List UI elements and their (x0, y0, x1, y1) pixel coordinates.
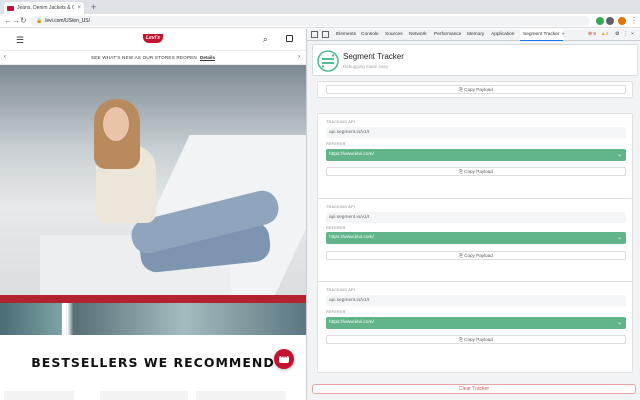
copy-payload-label: Copy Payload (464, 87, 493, 92)
address-bar[interactable]: 🔒 levi.com/US/en_US/ (30, 16, 590, 26)
device-toolbar-icon[interactable] (322, 31, 329, 38)
promo-text: SEE WHAT'S NEW AS OUR STORES REOPEN (90, 55, 197, 60)
shopping-bag-icon[interactable] (286, 35, 293, 42)
warning-count[interactable]: ▲4 (601, 29, 608, 41)
referer-label: REFERER (326, 142, 346, 146)
referer-select[interactable]: https://www.levi.com/ ⌄ (326, 149, 626, 161)
more-tabs-icon[interactable]: » (559, 29, 568, 41)
clear-tracker-button[interactable]: Clear Tracker (312, 384, 636, 394)
tracking-api-label: TRACKING API (326, 205, 355, 209)
tracking-api-field[interactable]: api.segment.io/v1/t (326, 295, 626, 306)
referer-select[interactable]: https://www.levi.com/ ⌄ (326, 317, 626, 329)
hero-image[interactable] (0, 65, 306, 303)
tab-console[interactable]: Console (358, 29, 382, 41)
profile-avatar[interactable] (618, 17, 626, 25)
browser-menu-icon[interactable]: ⋮ (630, 16, 638, 26)
hero-red-band (0, 295, 306, 303)
copy-payload-button[interactable]: ⎘ Copy Payload (326, 251, 626, 260)
levis-page: ☰ Levi's ⌕ ‹ SEE WHAT'S NEW AS OUR STORE… (0, 29, 306, 400)
tracker-title: Segment Tracker (343, 52, 404, 61)
tab-network[interactable]: Network (406, 29, 430, 41)
devtools-tabbar: Elements Console Sources Network Perform… (307, 29, 640, 41)
tracking-api-label: TRACKING API (326, 288, 355, 292)
devtools-panel: Elements Console Sources Network Perform… (306, 29, 640, 400)
referer-select[interactable]: https://www.levi.com/ ⌄ (326, 232, 626, 244)
copy-payload-button[interactable]: ⎘ Copy Payload (326, 335, 626, 344)
extension-icon[interactable] (596, 17, 604, 25)
referer-value: https://www.levi.com/ (329, 320, 374, 325)
tracker-entry: TRACKING API api.segment.io/v1/t REFERER… (317, 281, 633, 373)
secondary-banner-image[interactable] (0, 303, 306, 335)
segment-logo-icon (317, 50, 339, 72)
promo-banner: ‹ SEE WHAT'S NEW AS OUR STORES REOPEN De… (0, 51, 306, 65)
site-header: ☰ Levi's ⌕ (0, 29, 306, 51)
copy-payload-label: Copy Payload (464, 337, 493, 342)
extension-icon[interactable] (606, 17, 614, 25)
tracker-header: Segment Tracker Debugging made easy (312, 44, 638, 76)
tab-elements[interactable]: Elements (333, 29, 359, 41)
tracker-entry: TRACKING API api.segment.io/v1/t REFERER… (317, 113, 633, 207)
tab-application[interactable]: Application (488, 29, 517, 41)
product-thumbnail[interactable] (100, 391, 188, 400)
referer-value: https://www.levi.com/ (329, 235, 374, 240)
promo-details-link[interactable]: Details (200, 55, 215, 60)
tracking-api-field[interactable]: api.segment.io/v1/t (326, 212, 626, 223)
browser-tab[interactable]: Jeans, Denim Jackets & Clothi... × (4, 2, 84, 14)
copy-payload-label: Copy Payload (464, 253, 493, 258)
segment-tracker-panel: Segment Tracker Debugging made easy ⎘ Co… (307, 41, 640, 400)
tab-performance[interactable]: Performance (431, 29, 464, 41)
tracker-subtitle: Debugging made easy (343, 64, 389, 69)
promo-prev-icon[interactable]: ‹ (4, 54, 6, 60)
levis-favicon (7, 5, 14, 11)
tracking-api-label: TRACKING API (326, 120, 355, 124)
browser-toolbar: ← → ↻ 🔒 levi.com/US/en_US/ ⋮ (0, 14, 640, 28)
referer-value: https://www.levi.com/ (329, 152, 374, 157)
inspect-icon[interactable] (311, 31, 318, 38)
tracking-api-field[interactable]: api.segment.io/v1/t (326, 127, 626, 138)
referer-label: REFERER (326, 226, 346, 230)
chat-icon: ••• (279, 354, 289, 363)
bestsellers-heading: BESTSELLERS WE RECOMMEND (31, 355, 275, 370)
copy-payload-button[interactable]: ⎘ Copy Payload (326, 85, 626, 94)
lock-icon: 🔒 (36, 18, 43, 24)
chevron-down-icon: ⌄ (616, 235, 622, 241)
tab-sources[interactable]: Sources (382, 29, 406, 41)
tab-title: Jeans, Denim Jackets & Clothi... (17, 5, 75, 11)
referer-label: REFERER (326, 310, 346, 314)
chat-button[interactable]: ••• (274, 349, 294, 369)
levis-logo[interactable]: Levi's (143, 34, 163, 43)
product-thumbnail[interactable] (196, 391, 286, 400)
chevron-down-icon: ⌄ (616, 152, 622, 158)
chevron-down-icon: ⌄ (616, 320, 622, 326)
product-thumbnail[interactable] (4, 391, 74, 400)
devtools-close-icon[interactable]: × (628, 29, 637, 41)
reload-button[interactable]: ↻ (20, 16, 27, 26)
hero-face (103, 107, 129, 141)
browser-tab-strip: Jeans, Denim Jackets & Clothi... × + (0, 0, 640, 14)
promo-next-icon[interactable]: › (298, 54, 300, 60)
tracker-entry: TRACKING API api.segment.io/v1/t REFERER… (317, 198, 633, 290)
search-icon[interactable]: ⌕ (263, 35, 267, 45)
back-button[interactable]: ← (4, 16, 12, 26)
hamburger-menu-icon[interactable]: ☰ (16, 35, 24, 46)
copy-payload-button[interactable]: ⎘ Copy Payload (326, 167, 626, 176)
copy-payload-label: Copy Payload (464, 169, 493, 174)
forward-button[interactable]: → (12, 16, 20, 26)
tab-memory[interactable]: Memory (464, 29, 487, 41)
tab-close-icon[interactable]: × (77, 5, 81, 11)
banner-divider (62, 303, 66, 335)
error-count[interactable]: ⊗ 6 (588, 29, 596, 41)
tab-segment-tracker[interactable]: Segment Tracker (520, 29, 563, 41)
url-text: levi.com/US/en_US/ (45, 18, 90, 24)
tracker-entry: ⎘ Copy Payload (317, 81, 633, 98)
new-tab-button[interactable]: + (91, 2, 96, 12)
